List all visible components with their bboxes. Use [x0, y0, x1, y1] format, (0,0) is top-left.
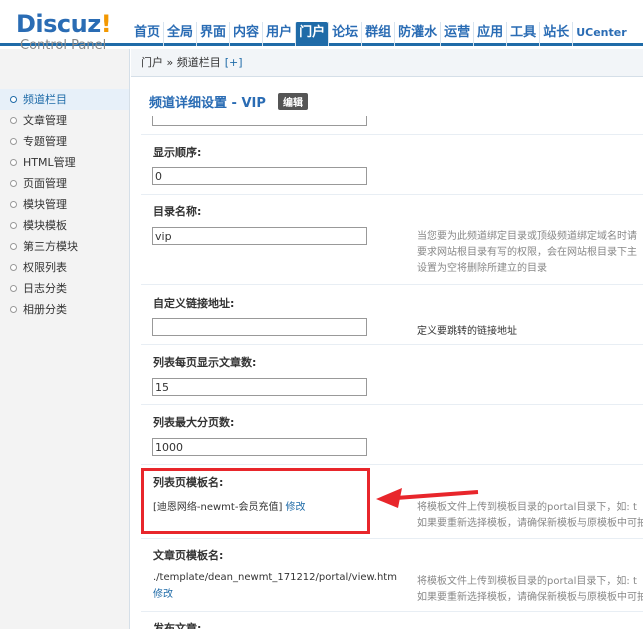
nav-user[interactable]: 用户 [262, 22, 295, 46]
custom-link-tip: 定义要跳转的链接地址 [417, 326, 517, 337]
page-title: 频道详细设置 - VIP [149, 96, 266, 111]
custom-link-input[interactable] [152, 318, 367, 336]
discuz-logo[interactable]: Discuz! Control Panel [16, 12, 128, 53]
nav-operation[interactable]: 运营 [440, 22, 473, 46]
divider [141, 344, 643, 345]
sidebar-item-modules[interactable]: 模块管理 [0, 194, 129, 215]
bullet-icon [10, 306, 17, 313]
divider [141, 538, 643, 539]
scrolled-field[interactable] [152, 116, 367, 126]
main-content: 频道详细设置 - VIP 编辑 显示顺序: 目录名称: 当您要为此频道绑定目录或… [131, 78, 643, 629]
divider [141, 404, 643, 405]
bullet-icon [10, 264, 17, 271]
display-order-input[interactable] [152, 167, 367, 185]
bullet-icon [10, 159, 17, 166]
custom-link-label: 自定义链接地址: [153, 297, 235, 310]
divider [141, 464, 643, 465]
max-pages-label: 列表最大分页数: [153, 416, 235, 429]
highlight-box [141, 468, 370, 534]
nav-portal[interactable]: 门户 [295, 22, 329, 46]
sidebar-item-label: 模块管理 [23, 198, 67, 211]
nav-apps[interactable]: 应用 [473, 22, 506, 46]
per-page-input[interactable] [152, 378, 367, 396]
sidebar-item-permissions[interactable]: 权限列表 [0, 257, 129, 278]
nav-tools[interactable]: 工具 [506, 22, 539, 46]
top-nav: 首页 全局 界面 内容 用户 门户 论坛 群组 防灌水 运营 应用 工具 站长 … [131, 22, 630, 46]
sidebar-item-album-categories[interactable]: 相册分类 [0, 299, 129, 320]
dir-name-label: 目录名称: [153, 205, 202, 218]
max-pages-input[interactable] [152, 438, 367, 456]
breadcrumb-add[interactable]: [+] [225, 56, 243, 69]
per-page-label: 列表每页显示文章数: [153, 356, 257, 369]
sidebar-item-label: 模块模板 [23, 219, 67, 232]
article-template-label: 文章页模板名: [153, 549, 224, 562]
article-template-edit-link[interactable]: 修改 [153, 585, 173, 600]
sidebar-item-third-party[interactable]: 第三方模块 [0, 236, 129, 257]
sidebar-item-label: 专题管理 [23, 135, 67, 148]
sidebar-item-label: 第三方模块 [23, 240, 78, 253]
sidebar-item-module-templates[interactable]: 模块模板 [0, 215, 129, 236]
logo-exclaim: ! [100, 10, 112, 38]
divider [141, 194, 643, 195]
sidebar-item-topics[interactable]: 专题管理 [0, 131, 129, 152]
dir-name-input[interactable] [152, 227, 367, 245]
bullet-icon [10, 138, 17, 145]
sidebar-item-label: 频道栏目 [23, 93, 67, 106]
article-template-tip: 将模板文件上传到模板目录的portal目录下，如: t 如果要重新选择模板，请确… [417, 576, 643, 603]
sidebar-item-label: 页面管理 [23, 177, 67, 190]
nav-global[interactable]: 全局 [163, 22, 196, 46]
display-order-label: 显示顺序: [153, 146, 202, 159]
top-header: Discuz! Control Panel 首页 全局 界面 内容 用户 门户 … [0, 0, 643, 53]
divider [141, 284, 643, 285]
nav-antispam[interactable]: 防灌水 [394, 22, 440, 46]
publish-label: 发布文章: [153, 622, 202, 629]
sidebar-item-channels[interactable]: 频道栏目 [0, 89, 129, 110]
nav-forum[interactable]: 论坛 [328, 22, 361, 46]
sidebar-item-articles[interactable]: 文章管理 [0, 110, 129, 131]
sidebar-item-pages[interactable]: 页面管理 [0, 173, 129, 194]
sidebar-item-label: 权限列表 [23, 261, 67, 274]
article-template-value: ./template/dean_newmt_171212/portal/view… [153, 572, 397, 583]
bullet-icon [10, 285, 17, 292]
breadcrumb-path[interactable]: 门户 » 频道栏目 [141, 56, 221, 69]
bullet-icon [10, 96, 17, 103]
nav-ucenter[interactable]: UCenter [572, 22, 629, 46]
sidebar-item-label: 相册分类 [23, 303, 67, 316]
sidebar-item-blog-categories[interactable]: 日志分类 [0, 278, 129, 299]
left-sidebar: 频道栏目 文章管理 专题管理 HTML管理 页面管理 模块管理 模块模板 第三方… [0, 49, 130, 629]
breadcrumb: 门户 » 频道栏目 [+] [131, 49, 643, 77]
bullet-icon [10, 222, 17, 229]
logo-main-text: Discuz [16, 10, 101, 38]
divider [141, 134, 643, 135]
bullet-icon [10, 201, 17, 208]
bullet-icon [10, 117, 17, 124]
sidebar-menu: 频道栏目 文章管理 专题管理 HTML管理 页面管理 模块管理 模块模板 第三方… [0, 89, 129, 320]
sidebar-item-label: HTML管理 [23, 156, 76, 169]
divider [141, 611, 643, 612]
annotation-arrow-icon [376, 488, 479, 508]
nav-founder[interactable]: 站长 [539, 22, 572, 46]
sidebar-item-label: 文章管理 [23, 114, 67, 127]
nav-group[interactable]: 群组 [361, 22, 394, 46]
bullet-icon [10, 243, 17, 250]
bullet-icon [10, 180, 17, 187]
nav-content[interactable]: 内容 [229, 22, 262, 46]
edit-badge[interactable]: 编辑 [278, 93, 308, 110]
sidebar-item-html[interactable]: HTML管理 [0, 152, 129, 173]
dir-name-tip: 当您要为此频道绑定目录或顶级频道绑定域名时请 要求网站根目录有写的权限，会在网站… [417, 231, 637, 274]
nav-style[interactable]: 界面 [196, 22, 229, 46]
nav-home[interactable]: 首页 [131, 22, 163, 46]
sidebar-item-label: 日志分类 [23, 282, 67, 295]
